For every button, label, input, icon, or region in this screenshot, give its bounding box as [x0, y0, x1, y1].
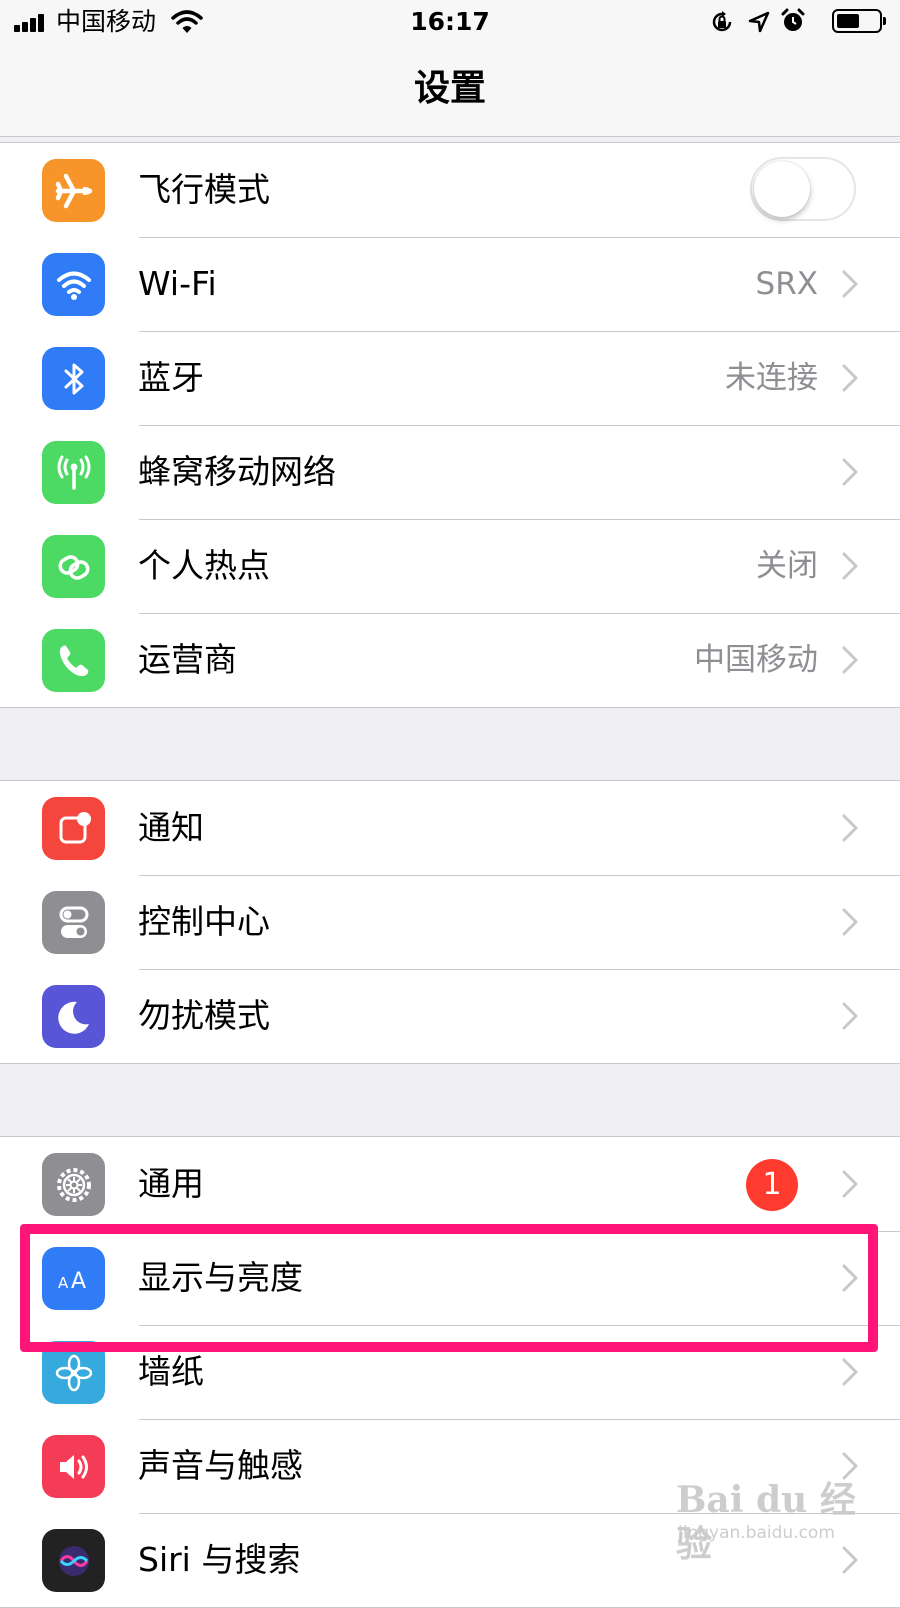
- chevron-right-icon: [842, 1002, 858, 1030]
- gear-icon: [42, 1153, 105, 1216]
- airplane-mode-toggle[interactable]: [750, 157, 856, 221]
- row-label: 个人热点: [138, 546, 270, 585]
- svg-text:A: A: [58, 1274, 69, 1292]
- row-label: Wi-Fi: [138, 264, 217, 303]
- update-badge: 1: [746, 1159, 798, 1211]
- row-label: 控制中心: [138, 902, 270, 941]
- chevron-right-icon: [842, 552, 858, 580]
- row-label: 蓝牙: [138, 358, 204, 397]
- row-label: Siri 与搜索: [138, 1540, 301, 1579]
- chevron-right-icon: [842, 814, 858, 842]
- notifications-icon: [42, 797, 105, 860]
- chevron-right-icon: [842, 1358, 858, 1386]
- sound-icon: [42, 1435, 105, 1498]
- control-center-icon: [42, 891, 105, 954]
- row-label: 通知: [138, 808, 204, 847]
- settings-row-carrier[interactable]: 运营商 中国移动: [0, 613, 900, 707]
- chevron-right-icon: [842, 1452, 858, 1480]
- wifi-icon: [42, 253, 105, 316]
- chevron-right-icon: [842, 458, 858, 486]
- navigation-bar: 设置: [0, 44, 900, 137]
- row-label: 显示与亮度: [138, 1258, 303, 1297]
- settings-row-notifications[interactable]: 通知: [0, 781, 900, 875]
- watermark-url: jingyan.baidu.com: [678, 1523, 835, 1543]
- row-label: 声音与触感: [138, 1446, 303, 1485]
- location-icon: [748, 11, 770, 33]
- battery-icon: [832, 9, 886, 33]
- settings-row-airplane-mode: 飞行模式: [0, 143, 900, 237]
- alarm-icon: [781, 8, 805, 31]
- row-label: 运营商: [138, 640, 237, 679]
- row-label: 蜂窝移动网络: [138, 452, 336, 491]
- settings-row-bluetooth[interactable]: 蓝牙 未连接: [0, 331, 900, 425]
- settings-group-notifications: 通知 控制中心 勿扰模式: [0, 780, 900, 1064]
- settings-row-display-brightness[interactable]: AA 显示与亮度: [0, 1231, 900, 1325]
- phone-icon: [42, 629, 105, 692]
- hotspot-icon: [42, 535, 105, 598]
- settings-row-general[interactable]: 通用 1: [0, 1137, 900, 1231]
- settings-row-cellular[interactable]: 蜂窝移动网络: [0, 425, 900, 519]
- row-value: SRX: [755, 266, 818, 302]
- moon-icon: [42, 985, 105, 1048]
- settings-row-personal-hotspot[interactable]: 个人热点 关闭: [0, 519, 900, 613]
- chevron-right-icon: [842, 364, 858, 392]
- settings-row-do-not-disturb[interactable]: 勿扰模式: [0, 969, 900, 1063]
- chevron-right-icon: [842, 646, 858, 674]
- display-brightness-icon: AA: [42, 1247, 105, 1310]
- page-title: 设置: [413, 68, 486, 109]
- settings-row-wifi[interactable]: Wi-Fi SRX: [0, 237, 900, 331]
- chevron-right-icon: [842, 1264, 858, 1292]
- row-label: 墙纸: [138, 1352, 204, 1391]
- chevron-right-icon: [842, 1170, 858, 1198]
- airplane-icon: [42, 159, 105, 222]
- wallpaper-icon: [42, 1341, 105, 1404]
- row-label: 飞行模式: [138, 170, 270, 209]
- row-label: 通用: [138, 1164, 204, 1203]
- row-value: 关闭: [756, 548, 818, 584]
- baidu-jingyan-watermark: Bai du 经验 jingyan.baidu.com: [676, 1478, 876, 1565]
- chevron-right-icon: [842, 908, 858, 936]
- settings-row-control-center[interactable]: 控制中心: [0, 875, 900, 969]
- row-value: 未连接: [725, 360, 818, 396]
- settings-row-wallpaper[interactable]: 墙纸: [0, 1325, 900, 1419]
- svg-text:A: A: [71, 1269, 86, 1294]
- cellular-icon: [42, 441, 105, 504]
- toggle-knob: [754, 161, 810, 217]
- row-value: 中国移动: [694, 642, 818, 678]
- status-bar: 中国移动 16:17: [0, 0, 900, 44]
- settings-group-connectivity: 飞行模式 Wi-Fi SRX 蓝牙 未连接 蜂窝移动网络 个人热点 关闭 运营商…: [0, 142, 900, 708]
- chevron-right-icon: [842, 270, 858, 298]
- bluetooth-icon: [42, 347, 105, 410]
- orientation-lock-icon: [712, 11, 732, 32]
- row-label: 勿扰模式: [138, 996, 270, 1035]
- siri-icon: [42, 1529, 105, 1592]
